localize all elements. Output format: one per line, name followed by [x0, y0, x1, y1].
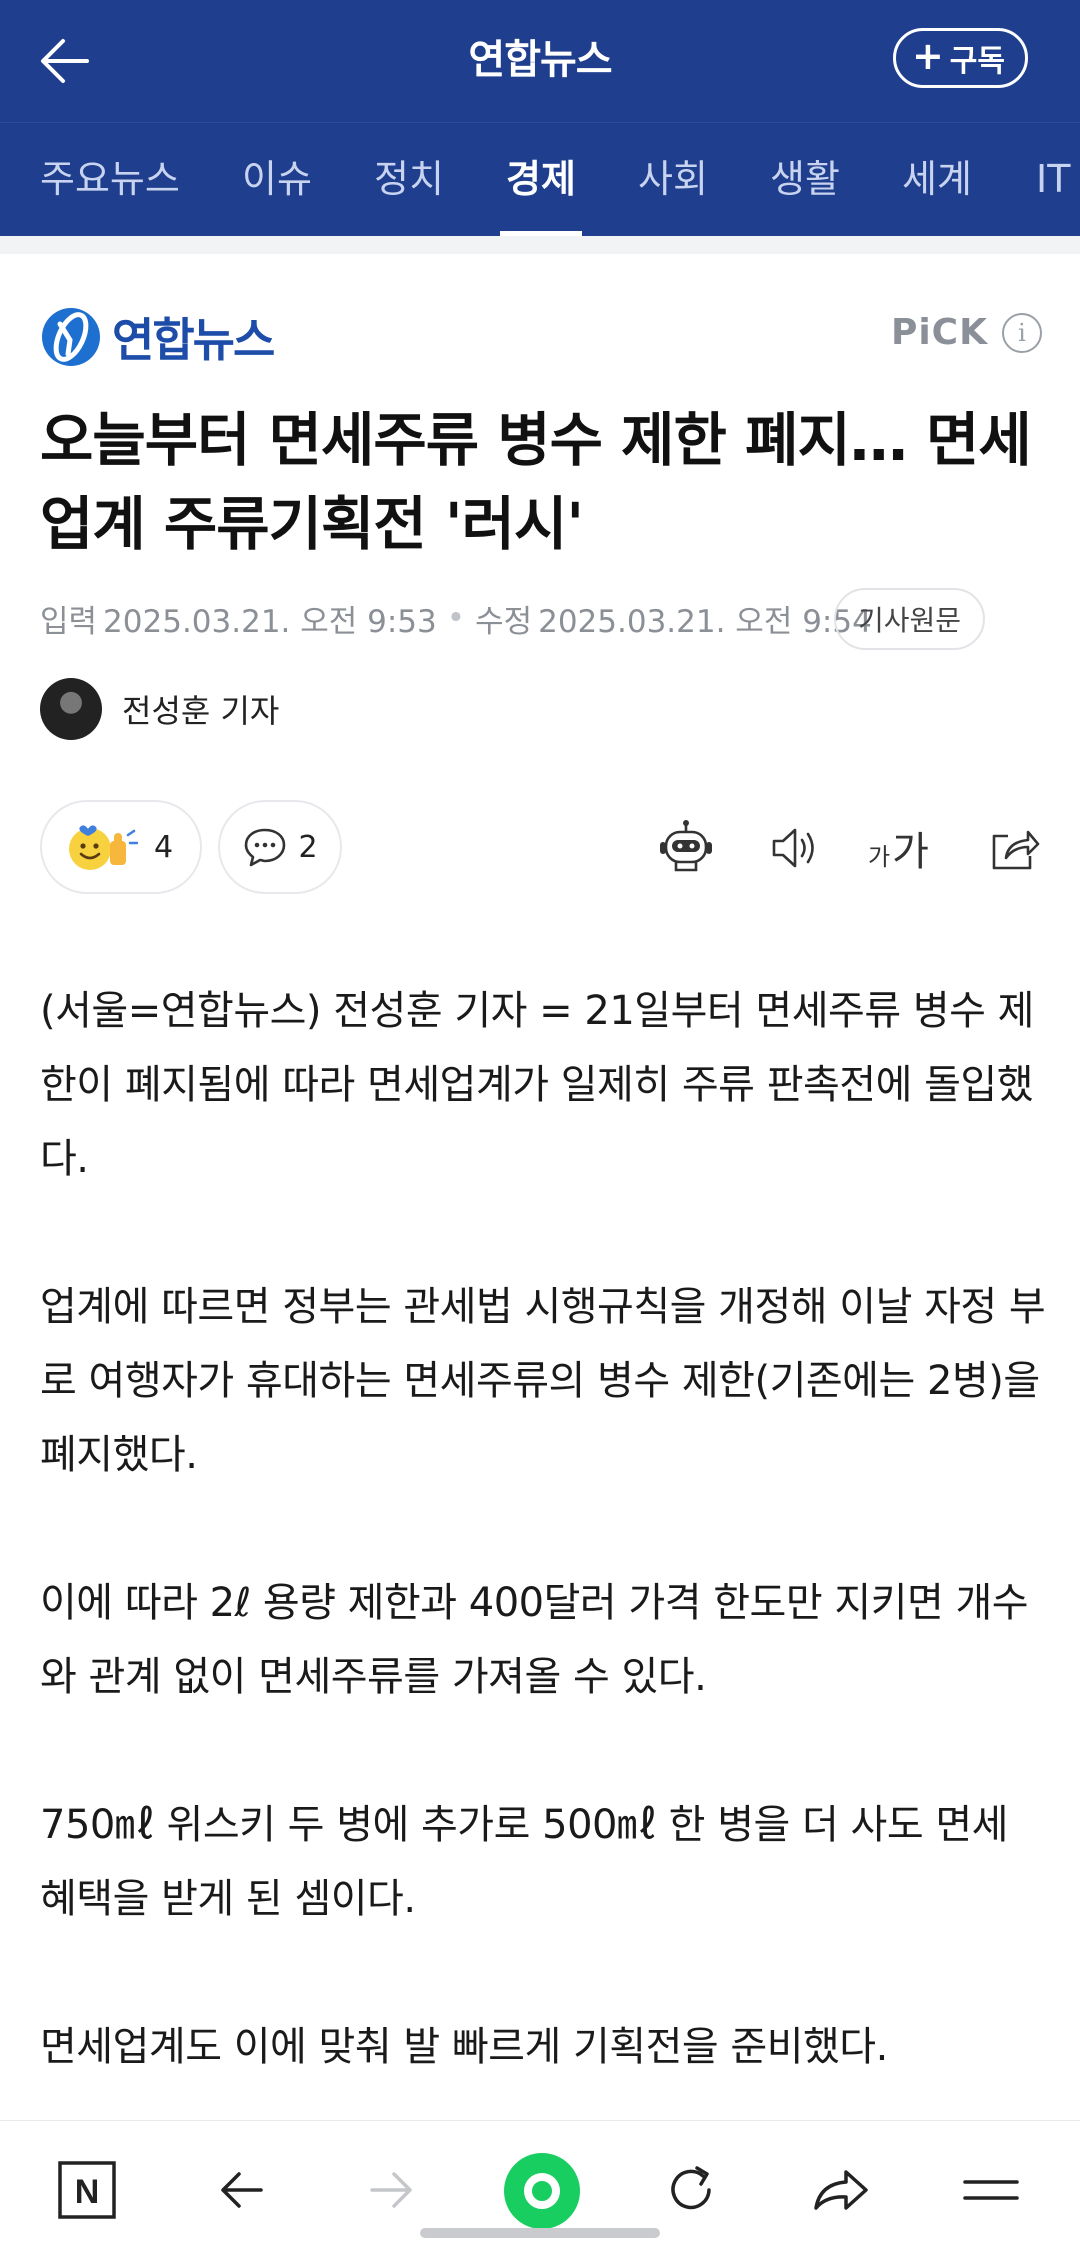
paragraph: 750㎖ 위스키 두 병에 추가로 500㎖ 한 병을 더 사도 면세 혜택을 … — [40, 1802, 1008, 1922]
naver-home-button[interactable]: N — [52, 2155, 122, 2225]
plus-icon: + — [911, 34, 944, 78]
input-label: 입력 — [40, 603, 98, 640]
tab-it[interactable]: IT — [1036, 123, 1070, 236]
comment-count: 2 — [298, 829, 318, 865]
refresh-button[interactable] — [656, 2155, 726, 2225]
article-dates: 입력 2025.03.21. 오전 9:53 • 수정 2025.03.21. … — [40, 593, 872, 643]
refresh-icon — [671, 2166, 711, 2210]
paragraph: 면세업계도 이에 맞춰 발 빠르게 기획전을 준비했다. — [40, 2024, 888, 2070]
browser-forward-button[interactable] — [357, 2155, 427, 2225]
reporter-name: 전성훈 기자 — [122, 692, 280, 730]
summary-bot-button[interactable] — [654, 816, 718, 880]
text-to-speech-button[interactable] — [762, 816, 826, 880]
comment-button[interactable]: 2 — [218, 800, 342, 894]
yonhap-logo-icon — [42, 308, 100, 366]
reporter[interactable]: 전성훈 기자 — [40, 678, 279, 740]
arrow-right-icon — [370, 2172, 412, 2208]
font-large-glyph: 가 — [892, 829, 929, 875]
paragraph: (서울=연합뉴스) 전성훈 기자 = 21일부터 면세주류 병수 제한이 폐지됨… — [40, 988, 1034, 1182]
browser-share-button[interactable] — [806, 2155, 876, 2225]
tab-world[interactable]: 세계 — [902, 123, 972, 236]
article-headline: 오늘부터 면세주류 병수 제한 폐지… 면세업계 주류기획전 '러시' — [40, 406, 1032, 558]
speaker-icon — [772, 828, 814, 868]
share-button[interactable] — [982, 816, 1046, 880]
publisher-name: 연합뉴스 — [112, 313, 275, 367]
hamburger-menu-icon — [963, 2180, 1019, 2200]
category-tabs: 주요뉴스 이슈 정치 경제 사회 생활 세계 IT — [0, 122, 1080, 236]
back-button[interactable] — [30, 26, 100, 96]
pick-badge[interactable]: PiCK i — [891, 312, 1042, 353]
font-small-glyph: 가 — [868, 843, 891, 871]
menu-button[interactable] — [956, 2155, 1026, 2225]
input-date: 2025.03.21. 오전 9:53 — [103, 603, 437, 640]
separator-dot: • — [446, 600, 466, 636]
green-dot-icon — [504, 2153, 580, 2229]
tab-main-news[interactable]: 주요뉴스 — [40, 123, 180, 236]
arrow-left-icon — [41, 39, 89, 83]
subscribe-label: 구독 — [949, 44, 1005, 79]
share-icon — [992, 830, 1040, 870]
arrow-left-icon — [221, 2172, 263, 2208]
tab-living[interactable]: 생활 — [770, 123, 840, 236]
comment-icon — [245, 828, 286, 867]
article-body: (서울=연합뉴스) 전성훈 기자 = 21일부터 면세주류 병수 제한이 폐지됨… — [40, 974, 1050, 2158]
modified-date: 2025.03.21. 오전 9:54 — [538, 603, 872, 640]
pick-label: PiCK — [890, 312, 988, 353]
publisher-logo[interactable]: 연합뉴스 — [40, 302, 275, 372]
tab-society[interactable]: 사회 — [638, 123, 708, 236]
original-article-button[interactable]: 기사원문 — [834, 588, 986, 650]
avatar — [40, 678, 102, 740]
tab-politics[interactable]: 정치 — [374, 123, 444, 236]
reaction-button[interactable]: 4 — [40, 800, 202, 894]
paragraph: 업계에 따르면 정부는 관세법 시행규칙을 개정해 이날 자정 부로 여행자가 … — [40, 1284, 1046, 1478]
reaction-count: 4 — [154, 829, 174, 865]
share-arrow-icon — [814, 2170, 868, 2210]
svg-text:N: N — [75, 2173, 100, 2211]
naver-n-icon: N — [58, 2161, 116, 2219]
subscribe-button[interactable]: + 구독 — [892, 28, 1028, 88]
divider — [0, 236, 1080, 254]
tab-issue[interactable]: 이슈 — [242, 123, 312, 236]
home-indicator[interactable] — [420, 2228, 660, 2238]
tab-economy[interactable]: 경제 — [500, 123, 582, 236]
reaction-emoji-icon — [69, 825, 138, 870]
paragraph: 이에 따라 2ℓ 용량 제한과 400달러 가격 한도만 지키면 개수와 관계 … — [40, 1580, 1029, 1700]
info-icon[interactable]: i — [1002, 312, 1042, 353]
robot-icon — [660, 820, 712, 872]
app-header: 연합뉴스 + 구독 — [0, 0, 1080, 122]
green-dot-button[interactable] — [502, 2151, 582, 2231]
font-size-button[interactable]: 가 가 — [868, 816, 929, 880]
modified-label: 수정 — [475, 603, 533, 640]
browser-back-button[interactable] — [206, 2155, 276, 2225]
